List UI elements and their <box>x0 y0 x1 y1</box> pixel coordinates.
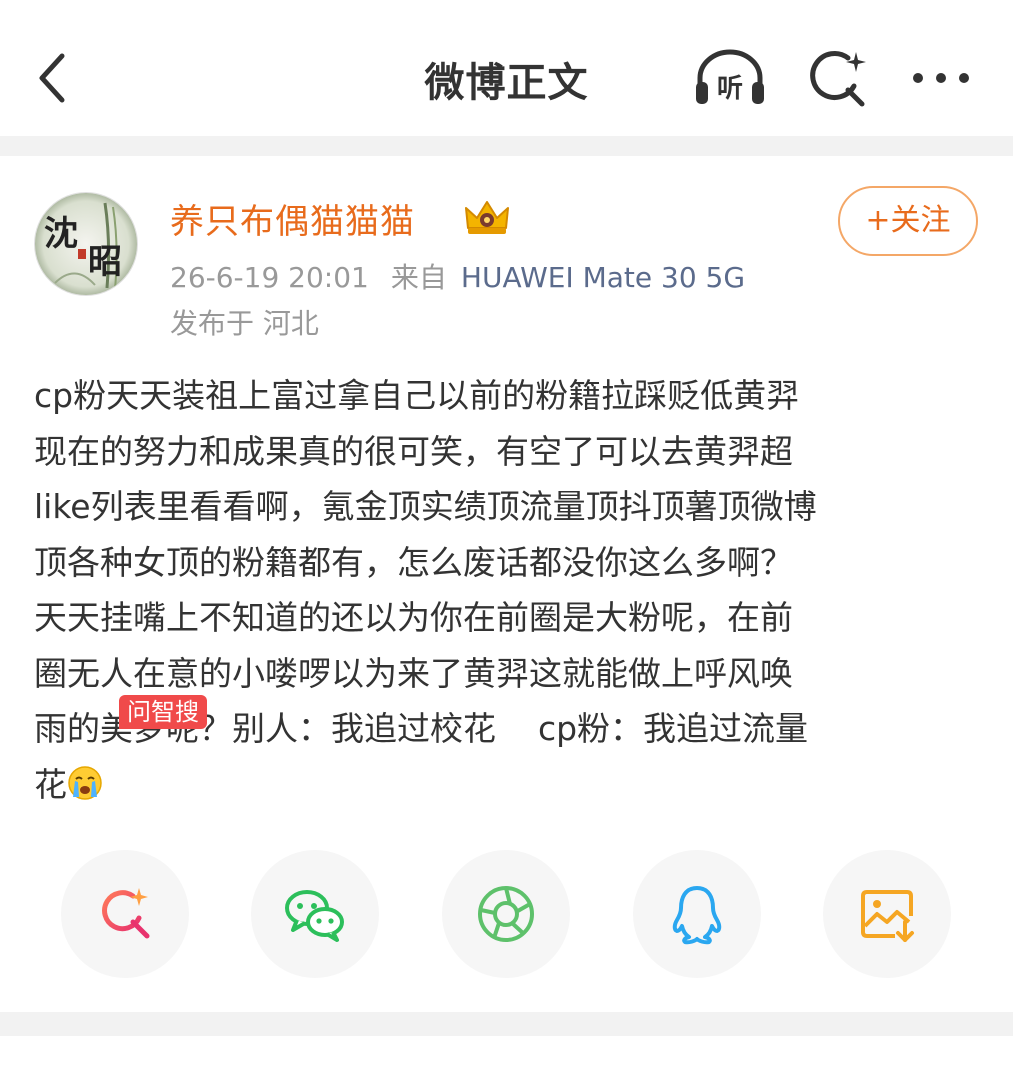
post-location: 发布于 河北 <box>170 307 319 340</box>
post-time: 26-6-19 20:01 <box>170 261 369 294</box>
more-dots-icon[interactable] <box>910 60 972 96</box>
listen-headphones-icon[interactable]: 听 <box>692 48 768 108</box>
save-image-icon <box>861 890 914 942</box>
moments-icon <box>478 886 534 942</box>
content-line: cp粉天天装祖上富过拿自己以前的粉籍拉踩贬低黄羿 <box>34 376 800 415</box>
moments-share-button[interactable] <box>442 850 570 978</box>
content-last-line: 花 <box>34 757 984 813</box>
member-crown-icon <box>465 201 509 234</box>
ai-search-share-button[interactable] <box>61 850 189 978</box>
content-line: 花 <box>34 764 67 804</box>
device-name[interactable]: HUAWEI Mate 30 5G <box>461 261 745 294</box>
ai-search-badge: 问智搜 <box>119 695 207 729</box>
ai-search-share-icon <box>102 888 150 939</box>
content-line: 现在的努力和成果真的很可笑，有空了可以去黄羿超 <box>34 431 793 471</box>
qq-share-button[interactable] <box>633 850 761 978</box>
content-line: 圈无人在意的小喽啰以为来了黄羿这就能做上呼风唤 <box>34 653 793 693</box>
post-content: cp粉天天装祖上富过拿自己以前的粉籍拉踩贬低黄羿 现在的努力和成果真的很可笑，有… <box>34 368 984 812</box>
svg-text:昭: 昭 <box>88 242 122 282</box>
ai-search-icon[interactable] <box>806 48 868 110</box>
save-image-button[interactable] <box>823 850 951 978</box>
follow-button[interactable]: +关注 <box>838 186 978 256</box>
post-meta: 26-6-19 20:01 来自 HUAWEI Mate 30 5G <box>170 256 745 296</box>
content-line: like列表里看看啊，氪金顶实绩顶流量顶抖顶薯顶微博 <box>34 487 817 526</box>
content-line: 天天挂嘴上不知道的还以为你在前圈是大粉呢，在前 <box>34 598 793 637</box>
top-nav-bar: 微博正文 听 <box>0 0 1013 136</box>
crying-emoji-icon <box>68 765 102 800</box>
content-line: 顶各种女顶的粉籍都有，怎么废话都没你这么多啊？ <box>34 542 793 582</box>
username[interactable]: 养只布偶猫猫猫 <box>170 194 415 243</box>
svg-text:沈: 沈 <box>44 214 78 254</box>
section-divider <box>0 136 1013 156</box>
post-card: 沈 昭 养只布偶猫猫猫 26-6-19 20:01 来自 HUAWEI Mate 3… <box>0 156 1013 1012</box>
section-divider <box>0 1012 1013 1036</box>
listen-label: 听 <box>717 74 743 104</box>
share-row <box>0 850 1013 982</box>
avatar[interactable]: 沈 昭 <box>34 192 138 296</box>
wechat-icon <box>285 890 344 942</box>
from-label: 来自 <box>390 261 447 294</box>
wechat-share-button[interactable] <box>251 850 379 978</box>
qq-icon <box>672 886 722 945</box>
